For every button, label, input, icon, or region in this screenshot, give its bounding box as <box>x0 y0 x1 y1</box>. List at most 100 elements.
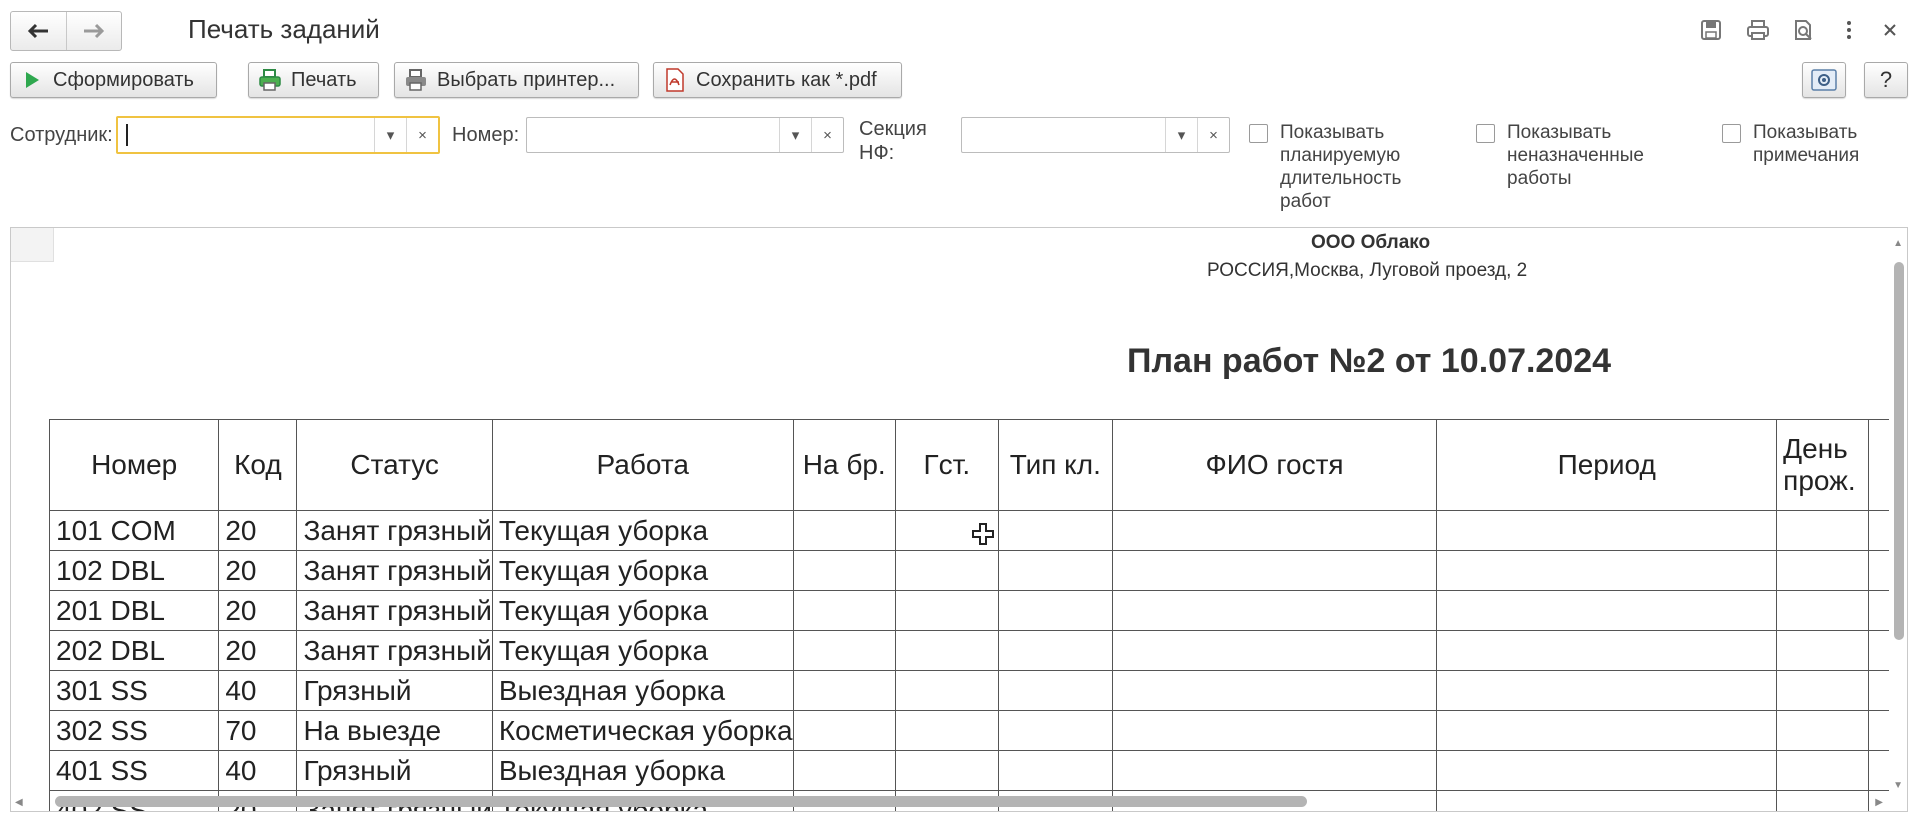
show-planned-duration-checkbox[interactable] <box>1249 124 1268 143</box>
more-menu-button[interactable] <box>1834 16 1864 44</box>
table-cell[interactable] <box>1776 710 1870 751</box>
table-cell[interactable] <box>1436 790 1778 811</box>
table-cell[interactable] <box>1436 710 1778 751</box>
print-button[interactable]: Печать <box>248 62 379 98</box>
table-cell[interactable] <box>998 590 1113 631</box>
print-icon-button[interactable] <box>1743 16 1773 44</box>
table-cell[interactable]: Грязный <box>296 670 493 711</box>
table-cell[interactable]: Выездная уборка <box>492 750 794 791</box>
table-cell[interactable] <box>1112 710 1438 751</box>
table-cell[interactable]: Текущая уборка <box>492 590 794 631</box>
number-input[interactable] <box>527 118 779 152</box>
number-dropdown-button[interactable]: ▾ <box>779 118 811 152</box>
table-row[interactable]: 301 SS 40 Грязный Выездная уборка <box>48 670 1907 711</box>
employee-input[interactable] <box>118 118 374 152</box>
table-cell[interactable] <box>1776 750 1870 791</box>
scroll-down-icon[interactable]: ▼ <box>1893 780 1903 791</box>
table-cell[interactable] <box>1776 670 1870 711</box>
table-cell[interactable]: Косметическая уборка <box>492 710 794 751</box>
table-cell[interactable] <box>1112 630 1438 671</box>
close-button[interactable] <box>1875 16 1905 44</box>
table-cell[interactable] <box>895 670 999 711</box>
table-cell[interactable] <box>1436 670 1778 711</box>
table-cell[interactable]: 202 DBL <box>48 630 220 671</box>
back-button[interactable] <box>11 12 66 50</box>
table-row[interactable]: 302 SS 70 На выезде Косметическая уборка <box>48 710 1907 751</box>
scroll-right-icon[interactable]: ▶ <box>1875 797 1883 808</box>
table-cell[interactable] <box>998 510 1113 551</box>
table-cell[interactable] <box>793 670 896 711</box>
table-cell[interactable]: 201 DBL <box>48 590 220 631</box>
table-cell[interactable]: 302 SS <box>48 710 220 751</box>
table-cell[interactable] <box>1776 510 1870 551</box>
help-button[interactable]: ? <box>1864 62 1908 98</box>
show-unassigned-checkbox[interactable] <box>1476 124 1495 143</box>
table-cell[interactable]: 40 <box>218 750 298 791</box>
table-cell[interactable]: На выезде <box>296 710 493 751</box>
section-dropdown-button[interactable]: ▾ <box>1165 118 1197 152</box>
employee-dropdown-button[interactable]: ▾ <box>374 118 406 152</box>
table-cell[interactable] <box>998 550 1113 591</box>
table-cell[interactable] <box>793 750 896 791</box>
employee-field[interactable]: ▾ × <box>116 116 440 154</box>
table-cell[interactable]: 40 <box>218 670 298 711</box>
table-cell[interactable] <box>895 710 999 751</box>
table-row[interactable]: 202 DBL 20 Занят грязный Текущая уборка <box>48 630 1907 671</box>
table-cell[interactable]: Грязный <box>296 750 493 791</box>
table-cell[interactable] <box>895 630 999 671</box>
table-cell[interactable] <box>1436 510 1778 551</box>
report-document[interactable]: ООО Облако РОССИЯ,Москва, Луговой проезд… <box>10 227 1908 812</box>
table-cell[interactable] <box>895 590 999 631</box>
table-cell[interactable]: Текущая уборка <box>492 550 794 591</box>
table-cell[interactable]: Занят грязный <box>296 550 493 591</box>
save-pdf-button[interactable]: Сохранить как *.pdf <box>653 62 902 98</box>
preview-button[interactable] <box>1788 16 1818 44</box>
number-field[interactable]: ▾ × <box>526 117 844 153</box>
table-cell[interactable]: 301 SS <box>48 670 220 711</box>
table-cell[interactable] <box>1436 750 1778 791</box>
table-cell[interactable] <box>998 630 1113 671</box>
table-cell[interactable]: 102 DBL <box>48 550 220 591</box>
generate-button[interactable]: Сформировать <box>10 62 217 98</box>
table-cell[interactable]: Занят грязный <box>296 510 493 551</box>
table-cell[interactable] <box>895 550 999 591</box>
show-notes-checkbox[interactable] <box>1722 124 1741 143</box>
scroll-left-icon[interactable]: ◀ <box>15 797 23 808</box>
forward-button[interactable] <box>65 12 122 50</box>
table-cell[interactable] <box>793 510 896 551</box>
table-cell[interactable]: Выездная уборка <box>492 670 794 711</box>
table-cell[interactable] <box>1112 670 1438 711</box>
table-cell[interactable] <box>1776 790 1870 811</box>
table-row[interactable]: 201 DBL 20 Занят грязный Текущая уборка <box>48 590 1907 631</box>
vertical-scroll-thumb[interactable] <box>1894 262 1904 640</box>
table-cell[interactable] <box>1436 590 1778 631</box>
table-cell[interactable]: Занят грязный <box>296 630 493 671</box>
table-cell[interactable]: Занят грязный <box>296 590 493 631</box>
table-cell[interactable] <box>793 590 896 631</box>
table-cell[interactable] <box>998 670 1113 711</box>
horizontal-scroll-thumb[interactable] <box>55 796 1307 807</box>
table-cell[interactable]: 70 <box>218 710 298 751</box>
table-cell[interactable] <box>793 630 896 671</box>
table-cell[interactable] <box>793 550 896 591</box>
table-cell[interactable]: Текущая уборка <box>492 510 794 551</box>
settings-button[interactable] <box>1802 62 1846 98</box>
number-clear-button[interactable]: × <box>811 118 843 152</box>
table-cell[interactable] <box>1112 590 1438 631</box>
table-cell[interactable] <box>793 710 896 751</box>
table-cell[interactable]: 20 <box>218 510 298 551</box>
vertical-scrollbar[interactable]: ▲ ▼ <box>1889 228 1907 811</box>
table-cell[interactable]: Текущая уборка <box>492 630 794 671</box>
table-cell[interactable] <box>1112 510 1438 551</box>
scroll-up-icon[interactable]: ▲ <box>1893 238 1903 249</box>
table-cell[interactable]: 20 <box>218 630 298 671</box>
table-cell[interactable] <box>1776 590 1870 631</box>
table-cell[interactable]: 401 SS <box>48 750 220 791</box>
section-clear-button[interactable]: × <box>1197 118 1229 152</box>
section-input[interactable] <box>962 118 1165 152</box>
table-cell[interactable]: 20 <box>218 550 298 591</box>
choose-printer-button[interactable]: Выбрать принтер... <box>394 62 639 98</box>
table-cell[interactable] <box>998 710 1113 751</box>
table-cell[interactable] <box>895 750 999 791</box>
table-cell[interactable] <box>998 750 1113 791</box>
